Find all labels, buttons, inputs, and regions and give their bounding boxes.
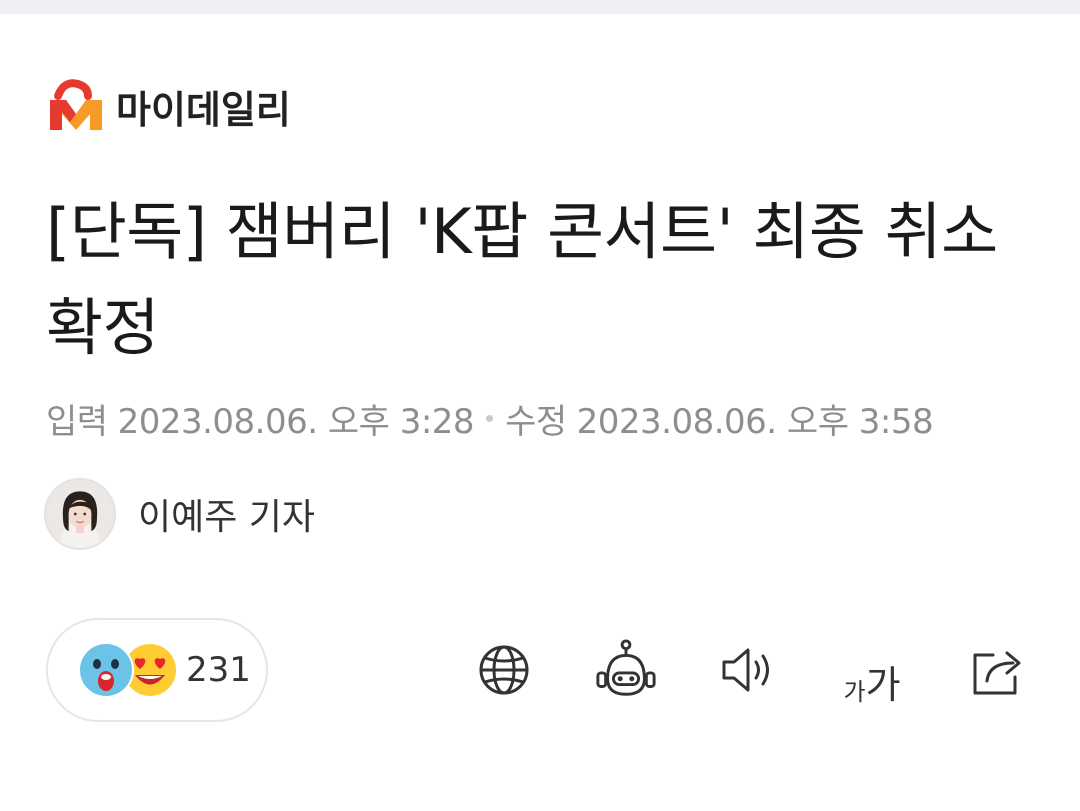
separator-dot bbox=[486, 414, 494, 422]
reporter-avatar[interactable] bbox=[44, 478, 116, 550]
font-size-small-label: 가 bbox=[843, 678, 866, 706]
logo-text: 마이데일리 bbox=[116, 87, 291, 132]
ai-summary-button[interactable] bbox=[594, 634, 658, 706]
font-size-button[interactable]: 가 가 bbox=[836, 634, 908, 706]
logo[interactable]: 마이데일리 bbox=[44, 74, 291, 138]
reaction-button[interactable]: 231 bbox=[46, 618, 268, 722]
translate-button[interactable] bbox=[472, 634, 536, 706]
surprised-face-icon bbox=[78, 642, 134, 698]
modified-date: 2023.08.06. 오후 3:58 bbox=[576, 401, 934, 442]
reporter-byline[interactable]: 이예주 기자 bbox=[44, 478, 315, 550]
modified-label: 수정 bbox=[505, 401, 567, 442]
reaction-emojis bbox=[78, 642, 178, 698]
share-button[interactable] bbox=[966, 634, 1030, 706]
article-dates: 입력 2023.08.06. 오후 3:28 수정 2023.08.06. 오후… bbox=[46, 396, 934, 442]
published-label: 입력 bbox=[46, 401, 108, 442]
text-to-speech-button[interactable] bbox=[716, 634, 780, 706]
published-date: 2023.08.06. 오후 3:28 bbox=[117, 401, 475, 442]
top-strip bbox=[0, 0, 1080, 14]
reaction-count: 231 bbox=[186, 650, 251, 690]
reporter-name: 이예주 기자 bbox=[138, 497, 316, 538]
logo-mark-icon bbox=[50, 79, 102, 130]
font-size-large-label: 가 bbox=[865, 663, 901, 707]
speaker-icon bbox=[722, 648, 769, 692]
globe-icon bbox=[479, 645, 529, 695]
share-icon bbox=[973, 651, 1021, 695]
avatar-photo-icon bbox=[46, 480, 114, 548]
article-headline: [단독] 잼버리 'K팝 콘서트' 최종 취소 확정 bbox=[46, 195, 998, 364]
robot-icon bbox=[596, 639, 656, 696]
